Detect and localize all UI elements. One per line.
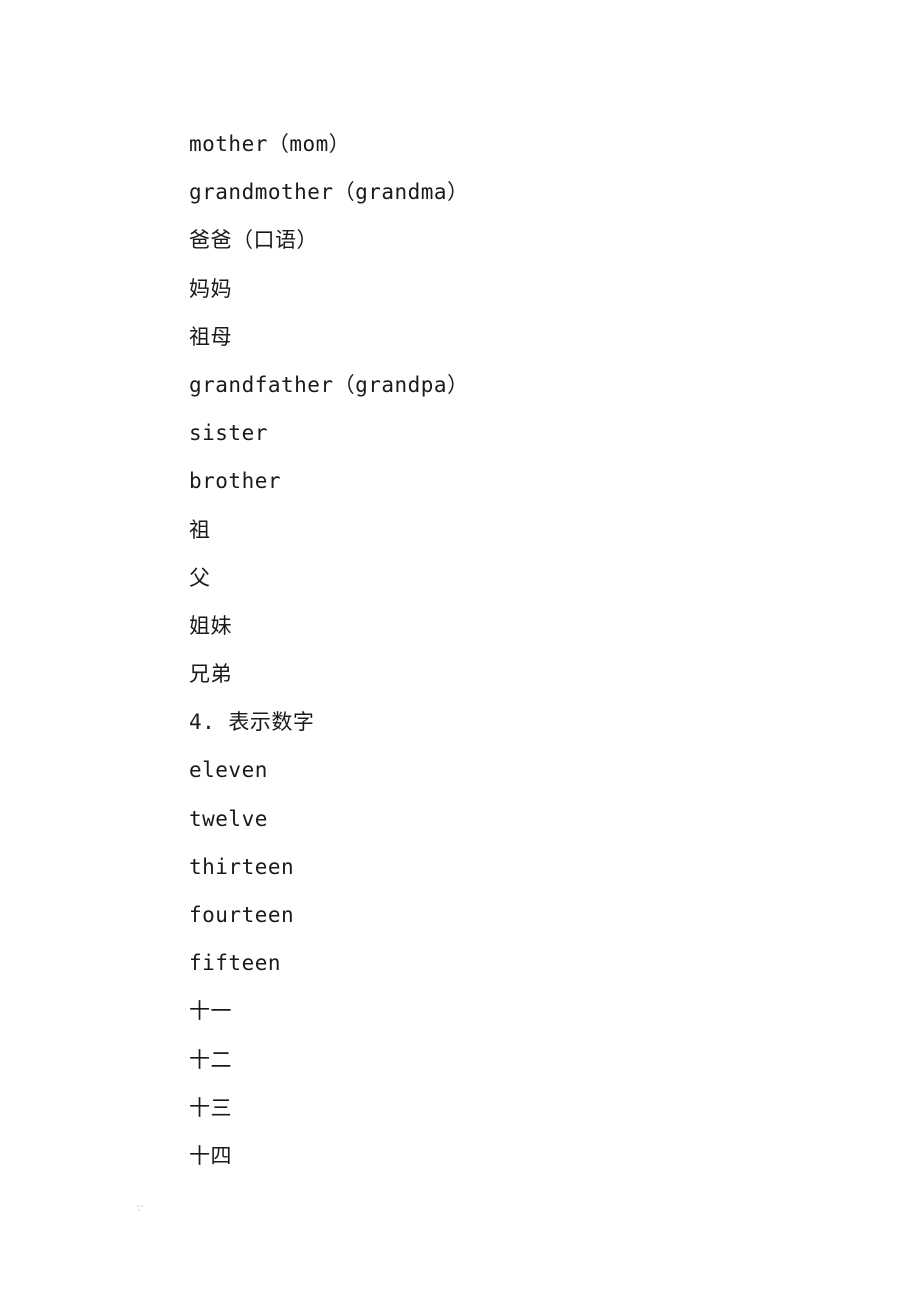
text-line: 爸爸（口语） bbox=[189, 228, 318, 253]
text-line: grandmother（grandma） bbox=[189, 180, 469, 205]
text-line: thirteen bbox=[189, 854, 295, 879]
section-heading: 4. 表示数字 bbox=[189, 710, 315, 735]
text-line: grandfather（grandpa） bbox=[189, 372, 469, 397]
document-page: mother（mom） grandmother（grandma） 爸爸（口语） … bbox=[0, 0, 920, 1302]
text-line: 妈妈 bbox=[189, 276, 232, 301]
text-line: twelve bbox=[189, 806, 268, 831]
text-line: 十一 bbox=[189, 999, 232, 1024]
text-line: 父 bbox=[189, 565, 211, 590]
text-line: 兄弟 bbox=[189, 662, 232, 687]
text-line: sister bbox=[189, 421, 268, 446]
vocabulary-list: mother（mom） grandmother（grandma） 爸爸（口语） … bbox=[189, 120, 469, 1180]
text-line: eleven bbox=[189, 758, 268, 783]
text-line: brother bbox=[189, 469, 282, 494]
text-line: 祖 bbox=[189, 517, 211, 542]
text-line: fourteen bbox=[189, 903, 295, 927]
text-line: mother（mom） bbox=[189, 132, 351, 156]
text-line: 祖母 bbox=[189, 324, 232, 349]
text-line: 十三 bbox=[189, 1095, 232, 1120]
text-line: 姐妹 bbox=[189, 613, 232, 638]
text-line: 十四 bbox=[189, 1143, 232, 1168]
scan-artifact bbox=[137, 1205, 145, 1211]
text-line: 十二 bbox=[189, 1047, 232, 1072]
text-line: fifteen bbox=[189, 951, 282, 976]
